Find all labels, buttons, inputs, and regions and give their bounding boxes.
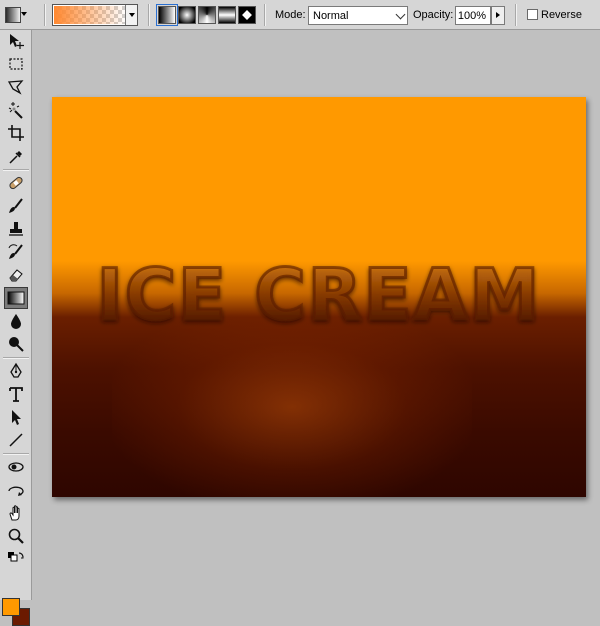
brush-icon	[9, 198, 23, 213]
gradient-dropdown-button[interactable]	[125, 5, 137, 25]
eraser-tool[interactable]	[4, 264, 28, 286]
chevron-down-icon	[395, 9, 406, 20]
stamp-icon	[9, 222, 23, 236]
dodge-icon	[9, 337, 24, 352]
tools-divider	[3, 357, 29, 359]
eyedropper-icon	[9, 151, 22, 164]
gradient-preview-swatch[interactable]	[54, 6, 126, 24]
drop-icon	[11, 314, 21, 329]
tools-panel	[0, 30, 32, 626]
opacity-input[interactable]: 100%	[455, 6, 491, 25]
ice-cream-text: ICE CREAM	[97, 254, 542, 336]
lasso-tool[interactable]	[4, 76, 28, 98]
options-divider	[515, 4, 517, 26]
reflected-gradient-button[interactable]	[218, 6, 236, 24]
marquee-tool[interactable]	[4, 53, 28, 75]
3d-orbit-icon	[8, 486, 24, 496]
blend-mode-select[interactable]: Normal	[308, 6, 408, 25]
hand-icon	[9, 505, 20, 521]
crop-tool[interactable]	[4, 122, 28, 144]
brush-tool[interactable]	[4, 195, 28, 217]
marquee-icon	[9, 58, 23, 70]
bandage-icon	[9, 176, 23, 190]
pen-tool[interactable]	[4, 360, 28, 382]
options-divider	[44, 4, 46, 26]
tool-preset-picker[interactable]	[3, 5, 27, 25]
move-icon	[10, 34, 24, 49]
3d-rotate-tool[interactable]	[4, 456, 28, 478]
hand-tool[interactable]	[4, 502, 28, 524]
diamond-gradient-button[interactable]	[238, 6, 256, 24]
options-divider	[264, 4, 266, 26]
chevron-down-icon	[21, 12, 27, 16]
tools-divider	[3, 169, 29, 171]
options-bar: Mode: Normal Opacity: 100% Reverse	[0, 0, 600, 30]
mode-label: Mode:	[275, 9, 306, 21]
gradient-tool-preset-icon	[5, 7, 21, 23]
lasso-icon	[7, 80, 24, 95]
options-divider	[148, 4, 150, 26]
3d-rotate-icon	[8, 462, 24, 472]
opacity-slider-button[interactable]	[491, 6, 505, 25]
reverse-checkbox[interactable]	[527, 9, 538, 20]
gradient-picker[interactable]	[52, 4, 138, 26]
dodge-tool[interactable]	[4, 333, 28, 355]
eraser-icon	[9, 269, 23, 282]
clone-stamp-tool[interactable]	[4, 218, 28, 240]
healing-tool[interactable]	[4, 172, 28, 194]
reverse-label: Reverse	[541, 9, 582, 21]
opacity-value: 100%	[457, 10, 486, 22]
gradient-icon	[7, 291, 25, 305]
history-brush-tool[interactable]	[4, 241, 28, 263]
crop-icon	[8, 125, 24, 141]
type-tool[interactable]	[4, 383, 28, 405]
document-canvas[interactable]: ICE CREAM	[52, 97, 586, 497]
angle-gradient-button[interactable]	[198, 6, 216, 24]
eyedropper-tool[interactable]	[4, 145, 28, 167]
linear-gradient-button[interactable]	[156, 4, 178, 26]
magic-wand-tool[interactable]	[4, 99, 28, 121]
pen-icon	[10, 362, 22, 378]
radial-gradient-button[interactable]	[178, 6, 196, 24]
move-tool[interactable]	[4, 30, 28, 52]
path-selection-tool[interactable]	[4, 406, 28, 428]
3d-orbit-tool[interactable]	[4, 479, 28, 501]
color-swap-tools	[4, 548, 28, 570]
canvas-artwork: ICE CREAM	[95, 253, 542, 338]
foreground-color-swatch[interactable]	[2, 598, 20, 616]
opacity-label: Opacity:	[413, 9, 454, 21]
zoom-icon	[8, 528, 24, 544]
blur-tool[interactable]	[4, 310, 28, 332]
blend-mode-value: Normal	[313, 10, 349, 22]
zoom-tool[interactable]	[4, 525, 28, 547]
default-colors-icon[interactable]	[7, 550, 25, 568]
type-icon	[9, 387, 23, 402]
arrow-icon	[12, 410, 21, 425]
history-brush-icon	[8, 244, 23, 259]
tools-divider	[3, 453, 29, 455]
line-icon	[9, 433, 23, 447]
gradient-tool[interactable]	[4, 287, 28, 309]
line-tool[interactable]	[4, 429, 28, 451]
magic-wand-icon	[8, 102, 23, 119]
